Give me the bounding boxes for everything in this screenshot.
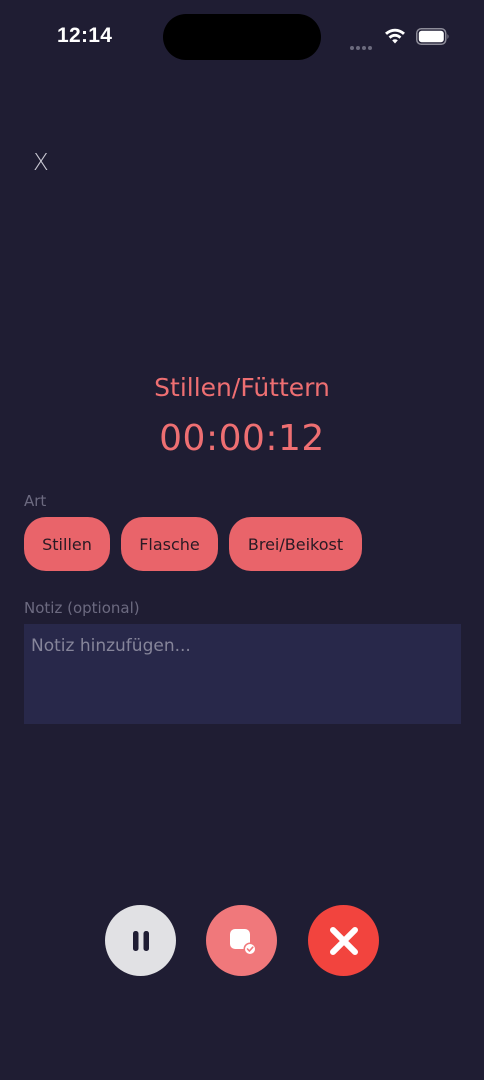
cellular-signal-icon: [350, 37, 374, 50]
dynamic-island: [163, 14, 321, 60]
type-section-label: Art: [24, 492, 47, 510]
type-option-flasche[interactable]: Flasche: [121, 517, 218, 571]
type-option-brei-beikost[interactable]: Brei/Beikost: [229, 517, 362, 571]
stop-save-button[interactable]: [206, 905, 277, 976]
cancel-button[interactable]: [308, 905, 379, 976]
close-icon: [329, 926, 358, 955]
session-timer: 00:00:12: [159, 418, 325, 459]
wifi-icon: [385, 28, 405, 44]
stop-save-icon: [229, 928, 256, 955]
type-option-stillen[interactable]: Stillen: [24, 517, 110, 571]
note-input[interactable]: [24, 624, 461, 724]
battery-icon: [416, 28, 449, 45]
page-title: Stillen/Füttern: [154, 373, 330, 402]
note-section-label: Notiz (optional): [24, 599, 140, 617]
pause-icon: [132, 930, 149, 951]
type-options: Stillen Flasche Brei/Beikost: [24, 517, 362, 571]
pause-button[interactable]: [105, 905, 176, 976]
status-time: 12:14: [57, 24, 113, 47]
close-button[interactable]: X: [33, 150, 49, 176]
status-bar: 12:14: [0, 0, 484, 75]
